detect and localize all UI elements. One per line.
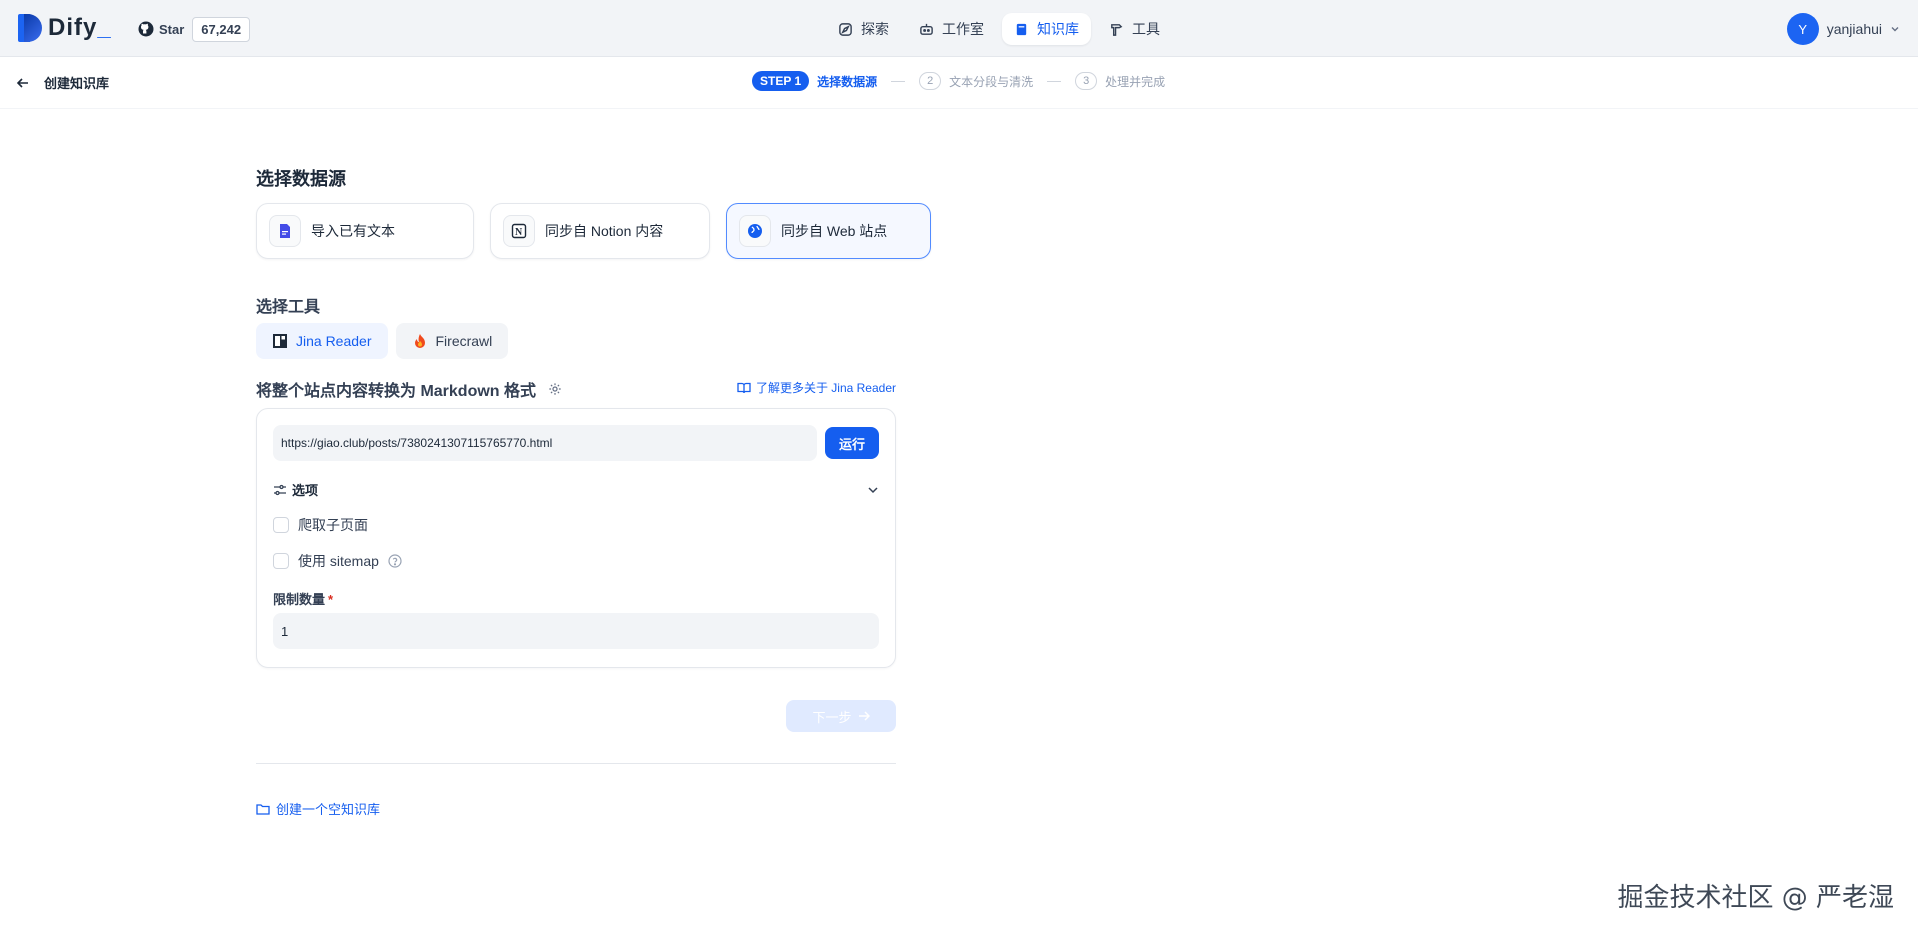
limit-value: 1: [281, 623, 289, 639]
divider: [256, 763, 896, 764]
step1-badge: STEP 1: [752, 71, 810, 91]
url-row: 运行: [273, 425, 879, 461]
tool-selector: Jina Reader Firecrawl: [256, 323, 509, 359]
step-divider: [891, 80, 906, 82]
nav-studio[interactable]: 工作室: [907, 13, 996, 45]
nav-knowledge-label: 知识库: [1037, 21, 1079, 37]
notion-icon: N: [503, 215, 535, 247]
svg-text:N: N: [515, 227, 523, 238]
book-open-icon: [737, 382, 751, 393]
use-sitemap-label: 使用 sitemap: [298, 553, 379, 569]
datasource-web[interactable]: 同步自 Web 站点: [726, 203, 931, 259]
logo-text: Dify_: [48, 14, 112, 41]
options-toggle[interactable]: 选项: [273, 480, 879, 499]
user-name: yanjiahui: [1826, 21, 1882, 37]
watermark: 掘金技术社区 @ 严老湿: [1617, 883, 1894, 913]
step3-number: 3: [1075, 72, 1098, 90]
create-kb-header: 创建知识库 STEP 1 选择数据源 2 文本分段与清洗 3 处理并完成: [0, 57, 1918, 109]
crawl-subpages-checkbox[interactable]: [273, 517, 289, 533]
learn-more-link[interactable]: 了解更多关于 Jina Reader: [737, 379, 896, 396]
nav-studio-label: 工作室: [942, 21, 984, 37]
folder-icon: [256, 803, 270, 815]
github-star-label: Star: [159, 21, 185, 37]
nav-knowledge[interactable]: 知识库: [1002, 13, 1091, 45]
create-empty-kb-label: 创建一个空知识库: [276, 802, 381, 817]
create-empty-kb-link[interactable]: 创建一个空知识库: [256, 799, 380, 818]
jina-icon: [273, 334, 287, 348]
datasource-title: 选择数据源: [256, 169, 346, 189]
nav-tools[interactable]: 工具: [1097, 13, 1172, 45]
next-button[interactable]: 下一步: [786, 700, 896, 732]
datasource-notion[interactable]: N 同步自 Notion 内容: [490, 203, 710, 259]
step-divider: [1047, 80, 1062, 82]
limit-label: 限制数量 *: [273, 589, 333, 608]
tool-firecrawl-label: Firecrawl: [435, 333, 493, 349]
step3-label: 处理并完成: [1105, 74, 1166, 89]
limit-input[interactable]: 1: [273, 613, 879, 649]
compass-icon: [839, 22, 852, 36]
hammer-icon: [1111, 23, 1123, 36]
tool-jina-reader[interactable]: Jina Reader: [256, 323, 388, 359]
step1-label: 选择数据源: [817, 74, 878, 89]
dify-logo-icon: [18, 14, 42, 42]
github-star-button[interactable]: Star: [138, 21, 192, 37]
use-sitemap-option[interactable]: 使用 sitemap: [273, 551, 402, 571]
sliders-icon: [274, 484, 286, 495]
stepper: STEP 1 选择数据源 2 文本分段与清洗 3 处理并完成: [752, 71, 1165, 91]
file-icon: [269, 215, 301, 247]
crawler-panel: 运行 选项 爬取子页面 使用 sitemap 限制数量* 1: [256, 408, 896, 668]
options-header: 选项: [273, 480, 318, 499]
arrow-right-icon: [858, 711, 870, 721]
learn-more-label: 了解更多关于 Jina Reader: [755, 381, 896, 395]
tool-jina-label: Jina Reader: [296, 333, 372, 349]
chevron-down-icon: [868, 486, 878, 493]
url-input[interactable]: [273, 425, 817, 461]
datasource-notion-label: 同步自 Notion 内容: [545, 223, 664, 239]
user-menu[interactable]: Y yanjiahui: [1786, 13, 1900, 45]
limit-label-text: 限制数量: [273, 592, 326, 607]
book-icon: [1016, 23, 1027, 35]
next-label: 下一步: [812, 709, 852, 725]
crawl-subpages-label: 爬取子页面: [298, 517, 368, 533]
chevron-down-icon: [1891, 27, 1899, 32]
github-star-count[interactable]: 67,242: [192, 16, 251, 42]
gear-icon[interactable]: [548, 382, 562, 396]
github-star-widget[interactable]: Star 67,242: [138, 16, 251, 42]
datasource-options: 导入已有文本 N 同步自 Notion 内容 同步自 Web 站点: [256, 203, 931, 259]
tool-firecrawl[interactable]: Firecrawl: [395, 323, 509, 359]
nav-tools-label: 工具: [1132, 21, 1160, 37]
back-button[interactable]: 创建知识库: [16, 73, 109, 92]
back-label: 创建知识库: [44, 76, 110, 91]
top-navbar: Dify_ Star 67,242 探索 工作室 知识库 工具 Y yanjia…: [0, 0, 1918, 57]
crawler-title: 将整个站点内容转换为 Markdown 格式: [256, 383, 537, 400]
run-button[interactable]: 运行: [825, 427, 879, 459]
tool-title: 选择工具: [256, 299, 321, 316]
robot-icon: [920, 23, 933, 35]
datasource-file-label: 导入已有文本: [311, 223, 395, 239]
use-sitemap-checkbox[interactable]: [273, 553, 289, 569]
crawler-header: 将整个站点内容转换为 Markdown 格式: [256, 377, 562, 401]
step2-label: 文本分段与清洗: [949, 74, 1034, 89]
nav-explore[interactable]: 探索: [826, 13, 901, 45]
github-icon: [138, 21, 154, 37]
arrow-left-icon: [16, 77, 28, 88]
avatar: Y: [1786, 13, 1819, 45]
globe-icon: [739, 215, 771, 247]
crawl-subpages-option[interactable]: 爬取子页面: [273, 515, 368, 535]
help-circle-icon[interactable]: [388, 554, 402, 568]
datasource-file[interactable]: 导入已有文本: [256, 203, 474, 259]
datasource-web-label: 同步自 Web 站点: [781, 223, 888, 239]
main-nav: 探索 工作室 知识库 工具: [826, 13, 1172, 45]
fire-icon: [414, 334, 425, 348]
nav-explore-label: 探索: [861, 21, 889, 37]
options-label: 选项: [292, 483, 319, 498]
step2-number: 2: [919, 72, 942, 90]
required-marker: *: [328, 592, 334, 607]
dify-logo[interactable]: Dify_: [18, 14, 112, 42]
